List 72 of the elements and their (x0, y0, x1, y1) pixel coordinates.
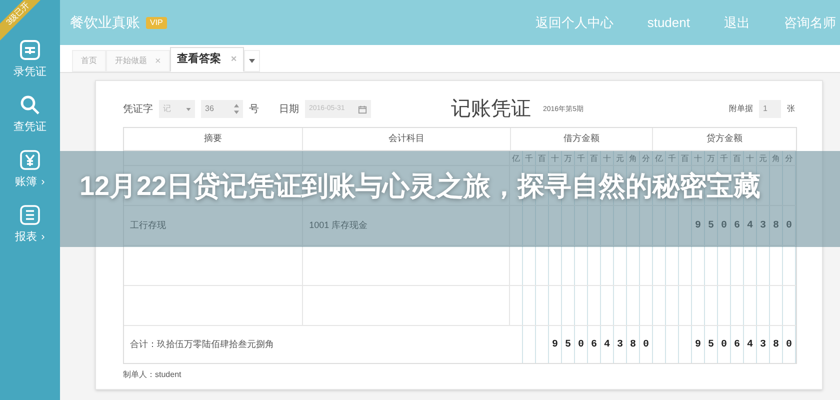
sidebar-label: 账簿 (15, 176, 38, 189)
field-label: 附单据 (729, 103, 753, 115)
sidebar-item[interactable]: 查凭证 (0, 93, 60, 134)
unit-label: 千 (575, 151, 588, 165)
tab-close[interactable]: × (155, 54, 161, 68)
column-header: 会计科目 (303, 128, 511, 150)
search-icon (18, 93, 42, 117)
attachments-field[interactable]: 1 (759, 100, 781, 118)
unit-label: 十 (744, 151, 757, 165)
unit-label: 角 (770, 151, 783, 165)
summary-cell-text: 工行存现 (130, 218, 166, 232)
unit-label: 角 (627, 151, 640, 165)
tab-menu-button[interactable] (244, 50, 260, 72)
unit-label: 万 (705, 151, 718, 165)
document-icon (18, 38, 42, 62)
unit-label: 十 (549, 151, 562, 165)
unit-label: 亿 (653, 151, 666, 165)
unit-label: 十 (692, 151, 705, 165)
unit-label: 百 (679, 151, 692, 165)
unit-label: 元 (614, 151, 627, 165)
field-suffix: 号 (249, 102, 259, 116)
spinner-icon (234, 104, 239, 114)
unit-label: 千 (523, 151, 536, 165)
caret-icon (248, 59, 255, 63)
sidebar-item[interactable]: 账簿 › (0, 148, 60, 189)
expander-arrow: › (41, 176, 45, 189)
list-icon (18, 203, 42, 227)
banner-title: 12月22日贷记凭证到账与心灵之旅，探寻自然的秘密宝藏 (79, 170, 761, 203)
field-suffix: 张 (787, 103, 795, 115)
unit-label: 分 (783, 151, 796, 165)
header-link[interactable]: 返回个人中心 (535, 12, 614, 32)
sidebar-item[interactable]: 报表 › (0, 203, 60, 244)
tab[interactable]: 首页 (72, 50, 106, 72)
header-link[interactable]: 退出 (724, 12, 750, 32)
sidebar-label: 报表 (15, 231, 38, 244)
header-link[interactable]: student (647, 12, 690, 32)
unit-label: 元 (757, 151, 770, 165)
amount: 95064380 (694, 338, 799, 352)
tab[interactable]: 开始做题 × (106, 50, 170, 72)
unit-label: 亿 (510, 151, 523, 165)
unit-label: 万 (562, 151, 575, 165)
amount: 95064380 (694, 219, 799, 233)
unit-label: 百 (731, 151, 744, 165)
app-title: 餐饮业真账 (70, 13, 140, 32)
preparer-text: 制单人：student (123, 369, 182, 381)
header-link[interactable]: 咨询名师 (784, 12, 836, 32)
account-cell-text: 1001 库存现金 (309, 218, 368, 232)
unit-label: 百 (588, 151, 601, 165)
voucher-number-field[interactable]: 36 (201, 100, 243, 118)
total-label: 合计：玖拾伍万零陆佰肆拾叁元捌角 (130, 338, 274, 351)
unit-label: 千 (666, 151, 679, 165)
unit-label: 分 (640, 151, 653, 165)
field-label: 日期 (279, 102, 299, 116)
yen-icon (18, 148, 42, 172)
sidebar-label: 查凭证 (14, 121, 46, 134)
column-header: 摘要 (124, 128, 304, 150)
field-label: 凭证字 (123, 102, 153, 116)
caret-icon (186, 108, 191, 110)
amount: 95064380 (552, 338, 656, 352)
tab-close[interactable]: × (230, 52, 237, 67)
column-header: 借方金额 (510, 128, 654, 150)
voucher-title: 记账凭证 (451, 97, 531, 121)
expander-arrow: › (41, 231, 45, 244)
sidebar-label: 录凭证 (14, 66, 46, 79)
sidebar-item[interactable]: 录凭证 (0, 38, 60, 79)
unit-label: 千 (718, 151, 731, 165)
tab[interactable]: 查看答案 × (170, 47, 244, 72)
unit-label: 十 (601, 151, 614, 165)
unit-label: 百 (536, 151, 549, 165)
calendar-icon (358, 104, 367, 114)
column-header: 贷方金额 (706, 132, 744, 146)
vip-badge: VIP (146, 16, 167, 28)
